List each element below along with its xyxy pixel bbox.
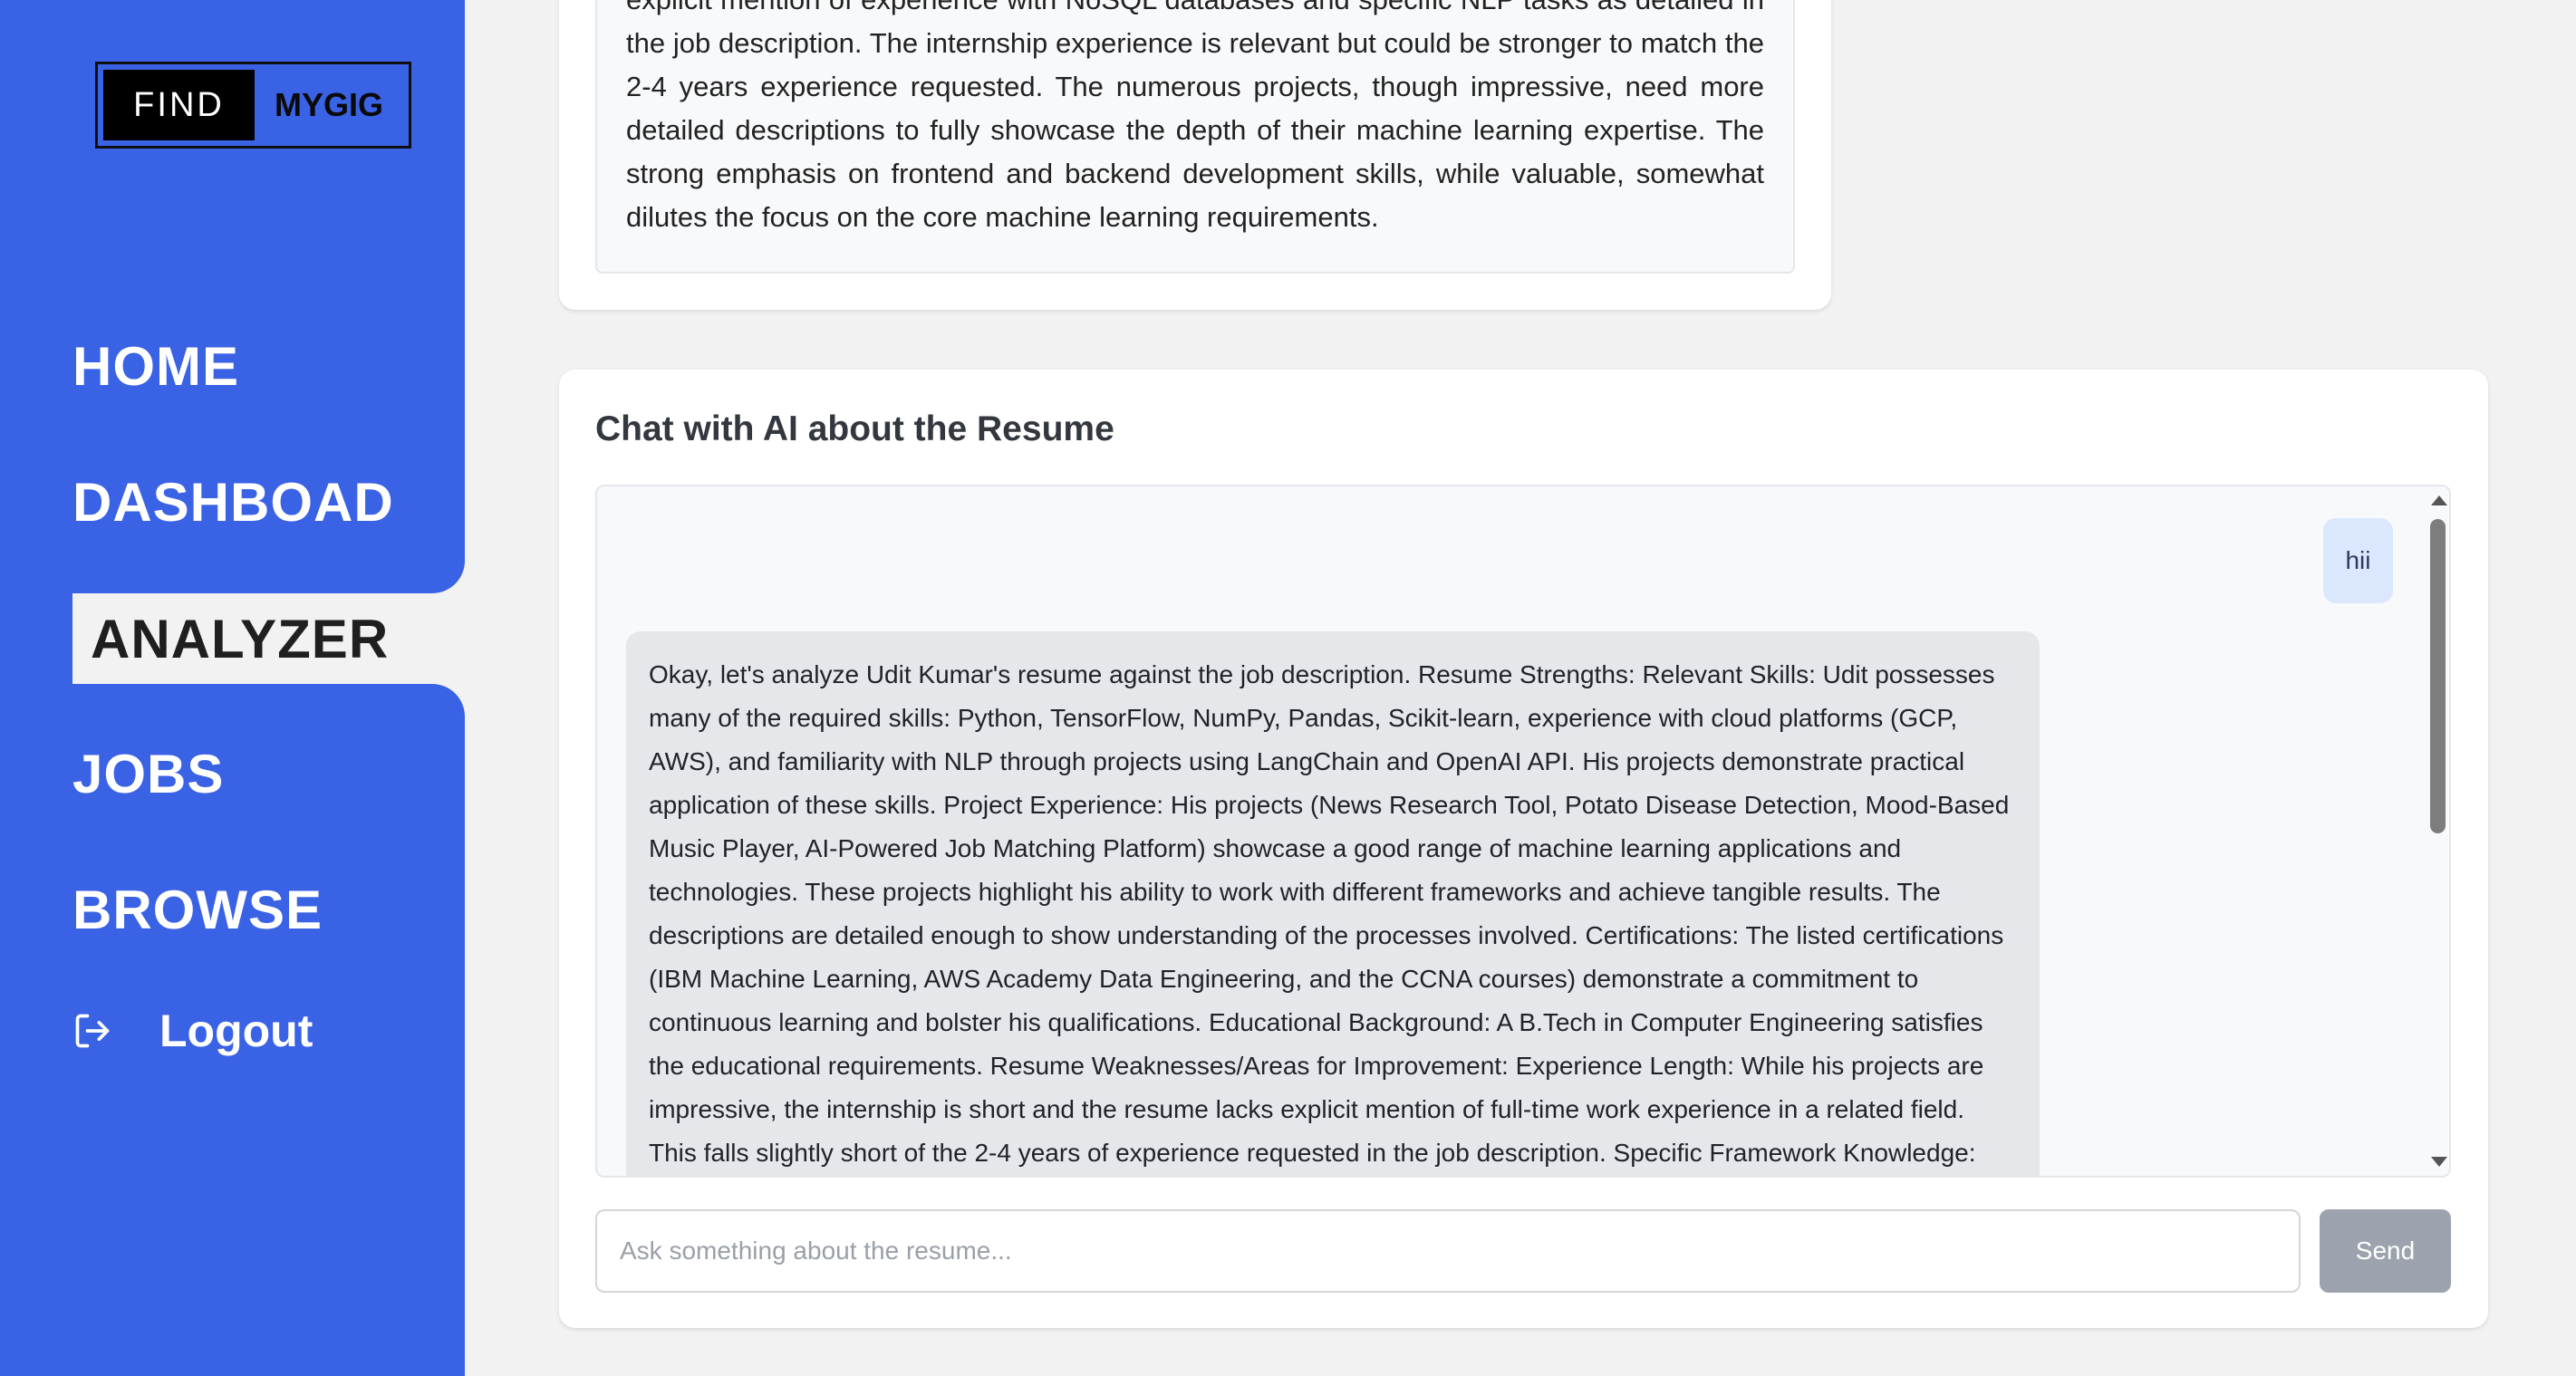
scrollbar-thumb[interactable] (2430, 519, 2446, 833)
brand-logo[interactable]: FIND MYGIG (95, 62, 411, 149)
sidebar-item-home[interactable]: HOME (72, 340, 239, 394)
analysis-card: explicit mention of experience with NoSQ… (559, 0, 1831, 310)
sidebar-item-dashboard[interactable]: DASHBOAD (72, 476, 394, 530)
sidebar-item-browse[interactable]: BROWSE (72, 883, 323, 938)
sidebar-item-jobs[interactable]: JOBS (72, 747, 224, 802)
scroll-up-arrow-icon[interactable] (2431, 496, 2447, 505)
ai-message: Okay, let's analyze Udit Kumar's resume … (626, 631, 2040, 1176)
send-button[interactable]: Send (2320, 1209, 2451, 1293)
sidebar-left-strip (0, 593, 72, 684)
user-message: hii (2323, 518, 2393, 603)
chat-scrollbar[interactable] (2426, 486, 2449, 1176)
scroll-down-arrow-icon[interactable] (2431, 1157, 2447, 1167)
logout-icon (75, 1014, 110, 1048)
logo-find-text: FIND (103, 70, 255, 140)
sidebar-item-analyzer[interactable]: ANALYZER (72, 593, 465, 684)
analysis-result-box[interactable]: explicit mention of experience with NoSQ… (595, 0, 1795, 274)
logout-button[interactable]: Logout (72, 1006, 313, 1056)
sidebar: FIND MYGIG HOME DASHBOAD ANALYZER JOBS B… (0, 0, 465, 1376)
chat-messages-window[interactable]: hii Okay, let's analyze Udit Kumar's res… (595, 485, 2451, 1178)
analysis-text: explicit mention of experience with NoSQ… (626, 0, 1764, 233)
chat-title: Chat with AI about the Resume (595, 409, 1114, 448)
chat-card: Chat with AI about the Resume hii Okay, … (559, 370, 2488, 1328)
chat-input[interactable] (595, 1209, 2301, 1293)
app-root: FIND MYGIG HOME DASHBOAD ANALYZER JOBS B… (0, 0, 2576, 1376)
logout-label: Logout (159, 1006, 314, 1056)
logo-mygig-text: MYGIG (274, 86, 383, 123)
